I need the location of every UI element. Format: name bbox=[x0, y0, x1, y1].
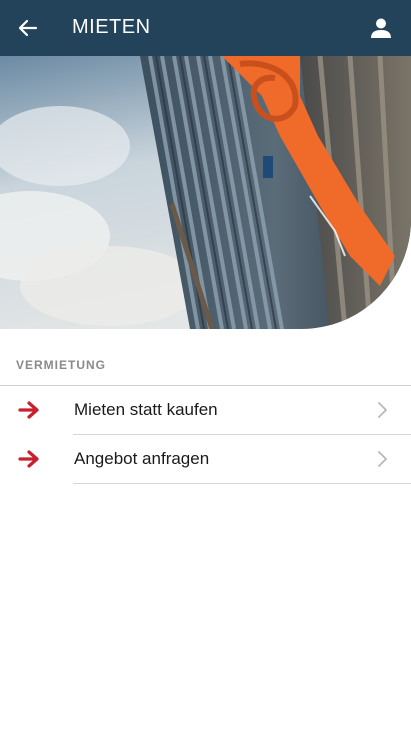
chevron-right-icon bbox=[378, 451, 387, 467]
profile-button[interactable] bbox=[367, 14, 395, 42]
page-title: MIETEN bbox=[72, 16, 151, 38]
red-arrow-right-icon bbox=[18, 450, 39, 468]
section-heading: VERMIETUNG bbox=[16, 358, 107, 372]
menu-list: Mieten statt kaufen Angebot anfragen bbox=[0, 386, 411, 484]
list-item-label: Angebot anfragen bbox=[74, 449, 210, 468]
hero-image bbox=[0, 56, 411, 329]
back-button[interactable] bbox=[12, 12, 44, 44]
list-item-angebot-anfragen[interactable]: Angebot anfragen bbox=[0, 435, 411, 484]
list-item-label: Mieten statt kaufen bbox=[74, 400, 218, 419]
red-arrow-right-icon bbox=[18, 401, 39, 419]
chevron-right-icon bbox=[378, 402, 387, 418]
person-icon bbox=[371, 18, 391, 38]
top-app-bar: MIETEN bbox=[0, 0, 411, 56]
scaffolding-photo bbox=[0, 56, 411, 329]
app-screen: MIETEN VERMIETUNG Mieten statt kaufen An… bbox=[0, 0, 411, 731]
list-item-mieten-statt-kaufen[interactable]: Mieten statt kaufen bbox=[0, 386, 411, 435]
arrow-left-icon bbox=[18, 19, 38, 37]
list-divider bbox=[73, 483, 411, 484]
